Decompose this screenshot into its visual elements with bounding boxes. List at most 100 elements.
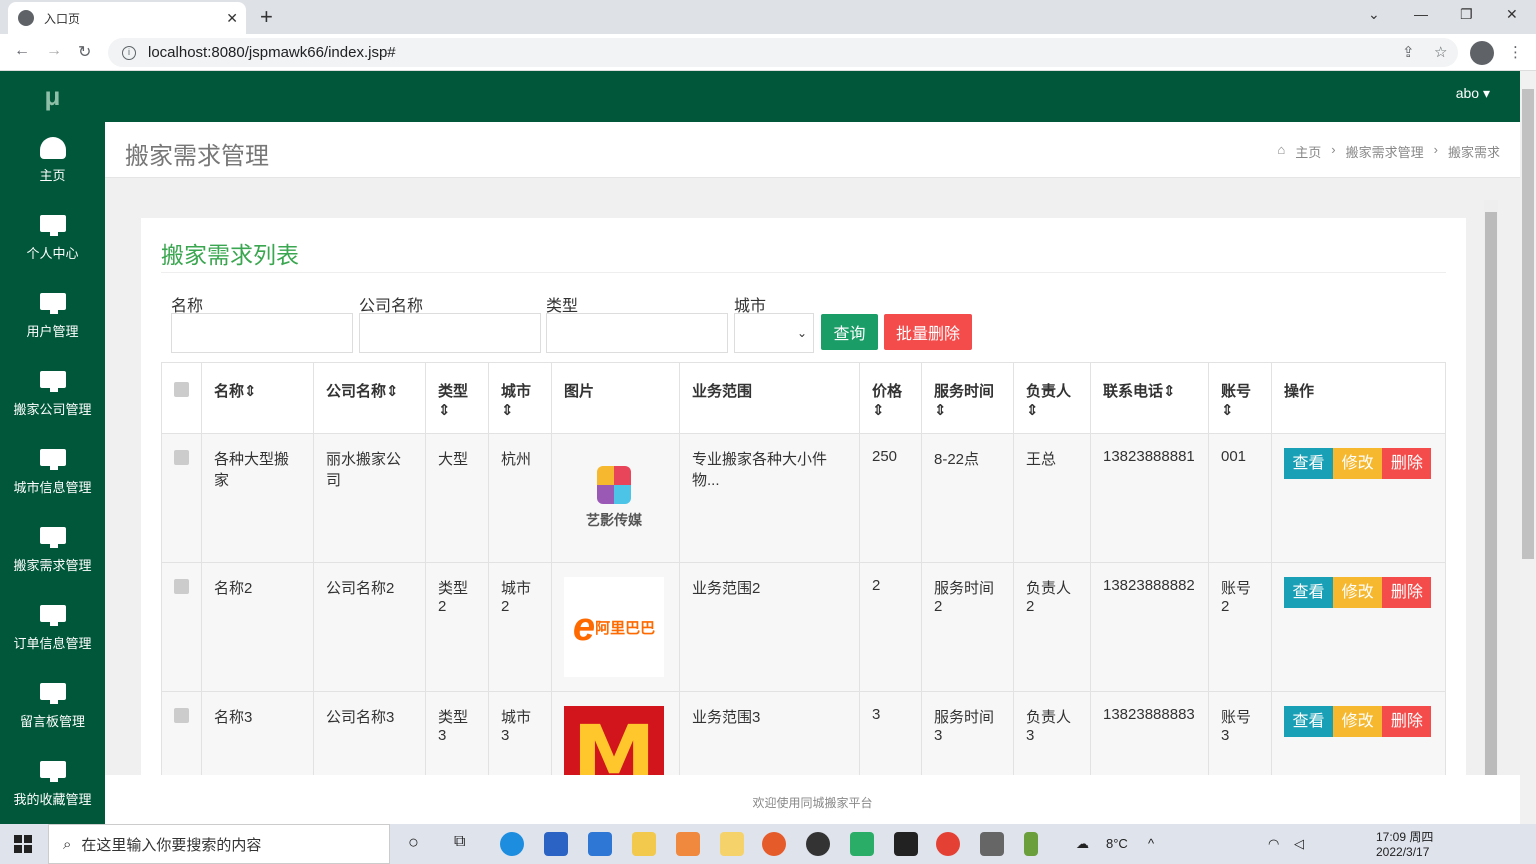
bulk-delete-button[interactable]: 批量删除 xyxy=(884,314,972,350)
new-tab-icon[interactable]: + xyxy=(260,4,273,30)
page-scrollbar[interactable] xyxy=(1520,71,1536,824)
monitor-icon xyxy=(39,760,66,782)
url-field[interactable]: i localhost:8080/jspmawk66/index.jsp# xyxy=(108,38,1458,67)
sidebar-item-orders[interactable]: 订单信息管理 xyxy=(0,589,105,667)
notes-icon[interactable] xyxy=(720,832,744,856)
restore-icon[interactable]: ❐ xyxy=(1460,6,1473,23)
list-panel: 搬家需求列表 名称 公司名称 类型 城市 ⌄ 查询 批量删除 名称⇕ 公司名称⇕… xyxy=(141,218,1466,775)
sidebar-item-requests[interactable]: 搬家需求管理 xyxy=(0,511,105,589)
cell-price: 3 xyxy=(859,691,922,775)
profile-avatar[interactable] xyxy=(1470,41,1494,65)
sidebar-item-messages[interactable]: 留言板管理 xyxy=(0,667,105,745)
forward-icon[interactable]: → xyxy=(46,42,62,60)
page-title: 搬家需求管理 xyxy=(125,143,269,170)
name-input[interactable] xyxy=(171,313,353,353)
browser-tabbar: 入口页 ✕ + ⌄ — ❐ ✕ xyxy=(0,0,1536,34)
row-checkbox[interactable] xyxy=(174,450,189,465)
query-button[interactable]: 查询 xyxy=(821,314,878,350)
volume-icon[interactable]: ◁ xyxy=(1294,836,1304,852)
sidebar-item-favorites[interactable]: 我的收藏管理 xyxy=(0,745,105,823)
reload-icon[interactable]: ↻ xyxy=(78,42,91,62)
info-icon[interactable]: i xyxy=(122,45,136,60)
col-time[interactable]: 服务时间⇕ xyxy=(921,362,1014,434)
user-menu[interactable]: abo ▾ xyxy=(1456,85,1490,102)
terminal-icon[interactable] xyxy=(980,832,1004,856)
cell-scope: 业务范围3 xyxy=(679,691,860,775)
breadcrumb-separator: › xyxy=(1331,142,1336,157)
view-button[interactable]: 查看 xyxy=(1284,577,1333,608)
edge-icon[interactable] xyxy=(500,832,524,856)
breadcrumb-section[interactable]: 搬家需求管理 xyxy=(1346,142,1424,161)
clock-date[interactable]: 2022/3/17 xyxy=(1376,845,1429,859)
chrome-icon[interactable] xyxy=(936,832,960,856)
col-phone[interactable]: 联系电话⇕ xyxy=(1090,362,1209,434)
delete-button[interactable]: 删除 xyxy=(1382,448,1432,479)
col-name[interactable]: 名称⇕ xyxy=(201,362,314,434)
back-icon[interactable]: ← xyxy=(14,42,30,60)
task-view-icon[interactable]: ⧉ xyxy=(454,833,465,851)
edit-button[interactable]: 修改 xyxy=(1333,706,1383,737)
sidebar-item-users[interactable]: 用户管理 xyxy=(0,277,105,355)
monitor-icon xyxy=(39,604,66,626)
clock-time[interactable]: 17:09 周四 xyxy=(1376,828,1433,845)
col-account[interactable]: 账号⇕ xyxy=(1208,362,1272,434)
store-icon[interactable] xyxy=(544,832,568,856)
view-button[interactable]: 查看 xyxy=(1284,706,1333,737)
col-company[interactable]: 公司名称⇕ xyxy=(313,362,426,434)
monitor-icon xyxy=(39,214,66,236)
firefox-icon[interactable] xyxy=(762,832,786,856)
col-city[interactable]: 城市⇕ xyxy=(488,362,552,434)
battery-icon[interactable] xyxy=(1024,832,1038,856)
scrollbar-thumb[interactable] xyxy=(1485,212,1497,775)
row-checkbox[interactable] xyxy=(174,579,189,594)
wechat-icon[interactable] xyxy=(850,832,874,856)
col-type[interactable]: 类型⇕ xyxy=(425,362,489,434)
cell-time: 服务时间3 xyxy=(921,691,1014,775)
panel-scrollbar[interactable] xyxy=(1484,200,1498,775)
cell-city: 城市2 xyxy=(488,562,552,692)
edit-button[interactable]: 修改 xyxy=(1333,448,1383,479)
close-tab-icon[interactable]: ✕ xyxy=(226,10,238,27)
col-price[interactable]: 价格⇕ xyxy=(859,362,922,434)
intellij-icon[interactable] xyxy=(894,832,918,856)
browser-tab[interactable]: 入口页 ✕ xyxy=(8,2,246,34)
app-icon[interactable] xyxy=(676,832,700,856)
taskbar-search[interactable]: ⌕ 在这里输入你要搜索的内容 xyxy=(48,824,390,864)
cell-phone: 13823888881 xyxy=(1090,433,1209,563)
sidebar: μ 主页 个人中心 用户管理 搬家公司管理 城市信息管理 搬家需求管理 订单信息… xyxy=(0,71,105,824)
share-icon[interactable]: ⇪ xyxy=(1402,43,1415,61)
company-input[interactable] xyxy=(359,313,541,353)
col-owner[interactable]: 负责人⇕ xyxy=(1013,362,1091,434)
search-icon: ⌕ xyxy=(63,835,72,853)
menu-icon[interactable]: ⋮ xyxy=(1508,43,1523,61)
type-input[interactable] xyxy=(546,313,728,353)
windows-start-icon[interactable] xyxy=(14,835,32,853)
chevron-up-icon[interactable]: ^ xyxy=(1148,836,1154,851)
select-all-checkbox[interactable] xyxy=(174,382,189,397)
delete-button[interactable]: 删除 xyxy=(1382,577,1432,608)
cell-owner: 王总 xyxy=(1013,433,1091,563)
delete-button[interactable]: 删除 xyxy=(1382,706,1432,737)
divider xyxy=(161,272,1446,273)
breadcrumb-home[interactable]: 主页 xyxy=(1295,142,1321,161)
chevron-down-icon[interactable]: ⌄ xyxy=(1368,6,1380,23)
wifi-icon[interactable]: ◠ xyxy=(1268,836,1279,852)
sidebar-item-cities[interactable]: 城市信息管理 xyxy=(0,433,105,511)
avatar-app-icon[interactable] xyxy=(806,832,830,856)
window-close-icon[interactable]: ✕ xyxy=(1506,6,1518,23)
edit-button[interactable]: 修改 xyxy=(1333,577,1383,608)
scrollbar-thumb[interactable] xyxy=(1522,89,1534,559)
minimize-icon[interactable]: — xyxy=(1414,6,1428,22)
star-icon[interactable]: ☆ xyxy=(1434,43,1447,61)
cell-owner: 负责人2 xyxy=(1013,562,1091,692)
sidebar-item-companies[interactable]: 搬家公司管理 xyxy=(0,355,105,433)
sidebar-item-home[interactable]: 主页 xyxy=(0,121,105,199)
sidebar-item-profile[interactable]: 个人中心 xyxy=(0,199,105,277)
explorer-icon[interactable] xyxy=(632,832,656,856)
mail-icon[interactable] xyxy=(588,832,612,856)
company-logo-image: e 阿里巴巴 xyxy=(564,577,664,677)
row-checkbox[interactable] xyxy=(174,708,189,723)
cortana-icon[interactable]: ○ xyxy=(408,832,419,853)
view-button[interactable]: 查看 xyxy=(1284,448,1333,479)
city-select[interactable]: ⌄ xyxy=(734,313,814,353)
